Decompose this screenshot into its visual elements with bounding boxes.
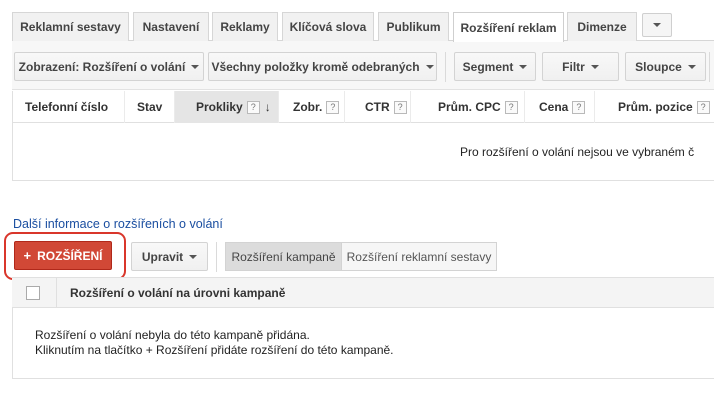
tab-keywords[interactable]: Klíčová slova — [282, 12, 374, 41]
column-header-phone[interactable]: Telefonní číslo — [12, 91, 124, 123]
toolbar-divider — [709, 52, 710, 82]
view-dropdown-label: Zobrazení: Rozšíření o volání — [18, 59, 186, 74]
column-header-ctr[interactable]: CTR? — [344, 91, 410, 123]
column-header-avg-cpc[interactable]: Prům. CPC? — [410, 91, 524, 123]
chevron-down-icon — [653, 23, 661, 27]
tab-ad-groups[interactable]: Reklamní sestavy — [12, 12, 129, 41]
tab-settings[interactable]: Nastavení — [133, 12, 209, 41]
tab-dimensions[interactable]: Dimenze — [567, 12, 637, 41]
column-header-impressions[interactable]: Zobr.? — [278, 91, 344, 123]
help-icon[interactable]: ? — [246, 100, 260, 114]
select-all-checkbox[interactable] — [26, 286, 40, 300]
toolbar-divider — [445, 52, 446, 82]
sort-down-icon: ↓ — [264, 100, 271, 114]
items-filter-dropdown[interactable]: Všechny položky kromě odebraných — [208, 52, 437, 81]
tab-ad-extensions[interactable]: Rozšíření reklam — [453, 12, 564, 42]
chevron-down-icon — [519, 64, 528, 69]
add-extension-button[interactable]: + ROZŠÍŘENÍ — [14, 241, 112, 270]
actions-divider — [216, 242, 217, 272]
column-header-avg-position[interactable]: Prům. pozice? — [594, 91, 714, 123]
columns-dropdown[interactable]: Sloupce — [625, 52, 706, 81]
empty-message-line1: Rozšíření o volání nebyla do této kampan… — [35, 328, 310, 342]
info-link[interactable]: Další informace o rozšířeních o volání — [13, 217, 223, 231]
segment-dropdown[interactable]: Segment — [454, 52, 536, 81]
empty-table-message: Pro rozšíření o volání nejsou ve vybrané… — [460, 145, 695, 159]
chevron-down-icon — [687, 64, 696, 69]
segment-adgroup-extensions[interactable]: Rozšíření reklamní sestavy — [341, 242, 497, 271]
empty-message-line2: Kliknutím na tlačítko + Rozšíření přidát… — [35, 343, 394, 357]
help-icon[interactable]: ? — [326, 100, 340, 114]
chevron-down-icon — [191, 64, 200, 69]
add-extension-label: ROZŠÍŘENÍ — [37, 248, 103, 263]
help-icon[interactable]: ? — [393, 100, 407, 114]
table-body: Pro rozšíření o volání nejsou ve vybrané… — [12, 123, 714, 181]
tab-audiences[interactable]: Publikum — [378, 12, 449, 41]
help-icon[interactable]: ? — [696, 100, 710, 114]
chevron-down-icon — [425, 64, 434, 69]
help-icon[interactable]: ? — [572, 100, 586, 114]
campaign-table-header-label: Rozšíření o volání na úrovni kampaně — [70, 286, 286, 300]
segment-label: Segment — [462, 59, 514, 74]
columns-label: Sloupce — [635, 59, 682, 74]
edit-dropdown[interactable]: Upravit — [131, 242, 208, 271]
view-dropdown[interactable]: Zobrazení: Rozšíření o volání — [14, 52, 204, 81]
plus-icon: + — [23, 248, 32, 263]
tab-ads[interactable]: Reklamy — [212, 12, 278, 41]
chevron-down-icon — [189, 254, 198, 259]
column-header-status[interactable]: Stav — [124, 91, 174, 123]
filter-label: Filtr — [562, 59, 585, 74]
header-divider — [56, 278, 57, 308]
column-header-clicks[interactable]: Prokliky? ↓ — [174, 91, 278, 123]
help-icon[interactable]: ? — [504, 100, 518, 114]
segment-campaign-extensions[interactable]: Rozšíření kampaně — [225, 242, 342, 271]
more-tabs-button[interactable] — [642, 13, 672, 37]
edit-label: Upravit — [141, 249, 184, 264]
column-header-cost[interactable]: Cena? — [524, 91, 594, 123]
chevron-down-icon — [590, 64, 599, 69]
filter-dropdown[interactable]: Filtr — [542, 52, 619, 81]
items-filter-label: Všechny položky kromě odebraných — [211, 59, 420, 74]
